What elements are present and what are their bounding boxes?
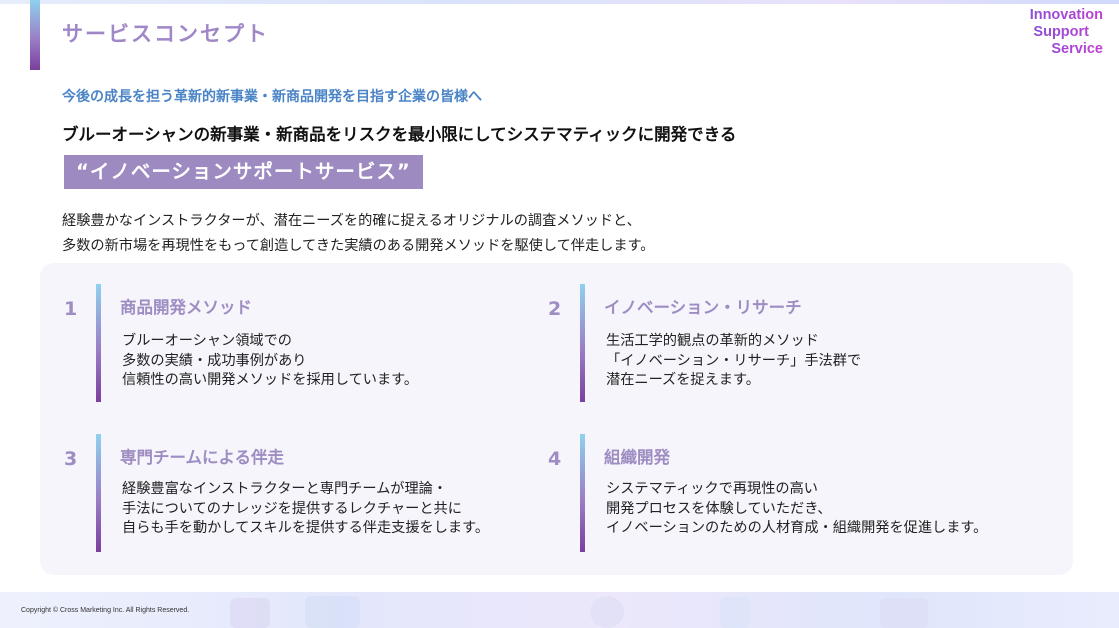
feature-description: ブルーオーシャン領域での 多数の実績・成功事例があり 信頼性の高い開発メソッドを…: [122, 332, 418, 391]
feature-line: 生活工学的観点の革新的メソッド: [606, 333, 819, 349]
feature-title: 専門チームによる伴走: [120, 448, 285, 467]
feature-number: 4: [548, 448, 562, 470]
feature-line: 多数の実績・成功事例があり: [122, 352, 307, 369]
brand-logo: Innovation Support Service: [1030, 7, 1103, 58]
intro-line: 経験豊かなインストラクターが、潜在ニーズを的確に捉えるオリジナルの調査メソッドと…: [62, 213, 641, 229]
title-accent-bar: [30, 0, 40, 70]
feature-number: 2: [548, 298, 562, 320]
footer-decoration-shape: [590, 596, 624, 628]
intro-line: 多数の新市場を再現性をもって創造してきた実績のある開発メソッドを駆使して伴走しま…: [62, 238, 655, 254]
feature-line: システマティックで再現性の高い: [606, 481, 818, 497]
feature-title: 組織開発: [604, 448, 670, 467]
intro-paragraph: 経験豊かなインストラクターが、潜在ニーズを的確に捉えるオリジナルの調査メソッドと…: [62, 209, 654, 259]
feature-line: 手法についてのナレッジを提供するレクチャーと共に: [122, 500, 462, 517]
feature-accent-bar: [580, 434, 585, 552]
service-name-banner: “イノベーションサポートサービス”: [64, 155, 423, 189]
feature-accent-bar: [580, 284, 585, 402]
feature-title: 商品開発メソッド: [120, 298, 252, 317]
page-title: サービスコンセプト: [62, 22, 269, 46]
logo-line-service: Service: [1030, 41, 1103, 58]
feature-line: 「イノベーション・リサーチ」手法群で: [606, 352, 862, 369]
feature-line: ブルーオーシャン領域での: [122, 333, 292, 349]
feature-number: 3: [64, 448, 78, 470]
feature-number: 1: [64, 298, 78, 320]
feature-description: 経験豊富なインストラクターと専門チームが理論・ 手法についてのナレッジを提供する…: [122, 480, 489, 539]
headline: ブルーオーシャンの新事業・新商品をリスクを最小限にしてシステマティックに開発でき…: [62, 125, 737, 144]
feature-line: 経験豊富なインストラクターと専門チームが理論・: [122, 481, 448, 497]
feature-line: イノベーションのための人材育成・組織開発を促進します。: [606, 520, 988, 536]
footer-decoration-shape: [305, 596, 360, 628]
feature-line: 潜在ニーズを捉えます。: [606, 372, 760, 388]
copyright-notice: Copyright © Cross Marketing Inc. All Rig…: [21, 607, 190, 614]
footer-decoration-shape: [230, 598, 270, 628]
lead-text: 今後の成長を担う革新的新事業・新商品開発を目指す企業の皆様へ: [62, 89, 482, 105]
feature-line: 開発プロセスを体験していただき、: [606, 500, 832, 517]
feature-title: イノベーション・リサーチ: [604, 298, 802, 317]
feature-accent-bar: [96, 284, 101, 402]
feature-description: 生活工学的観点の革新的メソッド 「イノベーション・リサーチ」手法群で 潜在ニーズ…: [606, 332, 861, 391]
logo-line-innovation: Innovation: [1029, 7, 1103, 23]
feature-description: システマティックで再現性の高い 開発プロセスを体験していただき、 イノベーション…: [606, 480, 987, 539]
footer-decoration-shape: [880, 598, 928, 628]
feature-accent-bar: [96, 434, 101, 552]
feature-line: 信頼性の高い開発メソッドを採用しています。: [122, 372, 419, 388]
logo-line-support: Support: [1030, 24, 1103, 41]
top-decoration-strip: [0, 0, 1119, 4]
footer-decoration-shape: [720, 597, 750, 628]
feature-line: 自らも手を動かしてスキルを提供する伴走支援をします。: [122, 520, 490, 536]
